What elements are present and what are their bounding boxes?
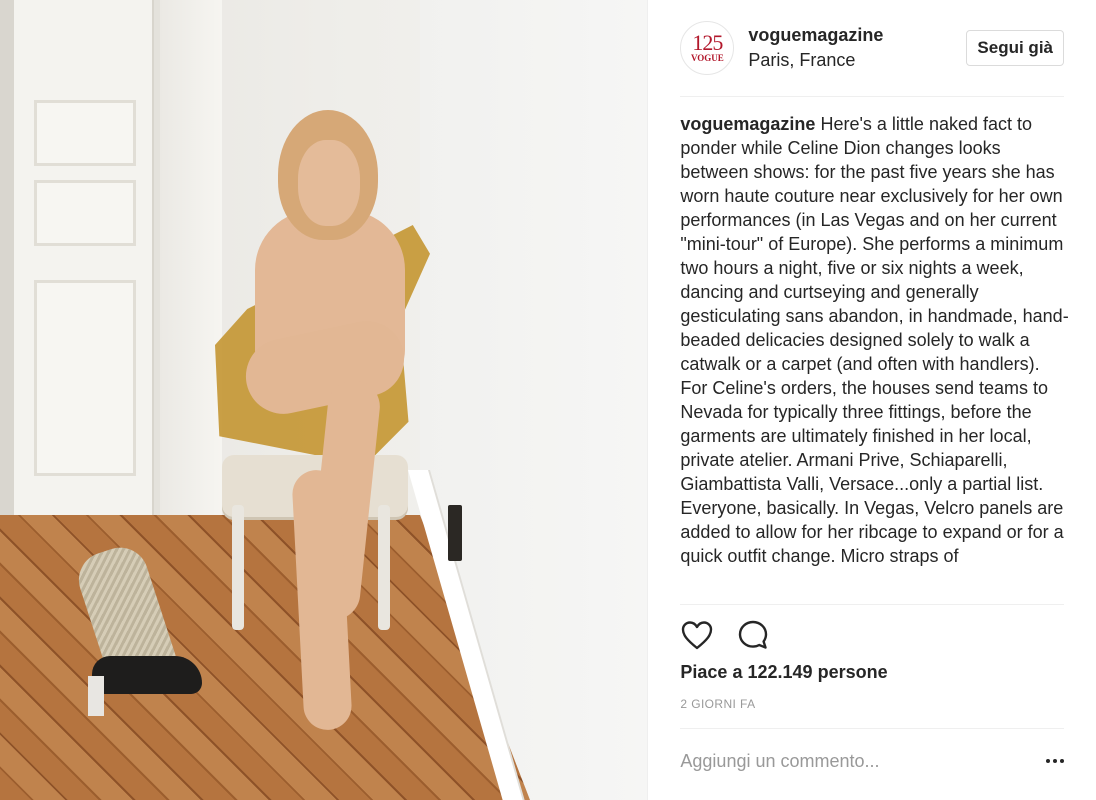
more-dot bbox=[1060, 759, 1064, 763]
photo-boot-heel bbox=[88, 676, 104, 716]
heart-icon[interactable] bbox=[680, 618, 714, 652]
post-photo[interactable] bbox=[0, 0, 648, 800]
likes-prefix: Piace a bbox=[680, 662, 743, 682]
photo-wall-outlet bbox=[448, 505, 462, 561]
likes-number: 122.149 bbox=[747, 662, 813, 682]
photo-door bbox=[14, 0, 160, 520]
caption-text: Here's a little naked fact to ponder whi… bbox=[680, 114, 1069, 566]
photo-boot-foot bbox=[92, 656, 202, 694]
likes-suffix: persone bbox=[817, 662, 888, 682]
caption-scroll-area[interactable]: voguemagazine Here's a little naked fact… bbox=[680, 112, 1070, 604]
comment-divider bbox=[680, 728, 1064, 729]
header-text: voguemagazine Paris, France bbox=[748, 25, 883, 71]
post-side-panel: 125 VOGUE voguemagazine Paris, France Se… bbox=[647, 0, 1096, 800]
avatar-brand: VOGUE bbox=[690, 53, 724, 63]
comment-bubble-icon[interactable] bbox=[736, 618, 770, 652]
following-button[interactable]: Segui già bbox=[966, 30, 1064, 66]
header-username[interactable]: voguemagazine bbox=[748, 25, 883, 46]
post-timestamp[interactable]: 2 GIORNI FA bbox=[680, 697, 755, 711]
header-location[interactable]: Paris, France bbox=[748, 50, 883, 71]
photo-door-panel bbox=[34, 280, 136, 476]
photo-chair-leg bbox=[232, 505, 244, 630]
avatar-number: 125 bbox=[692, 30, 723, 55]
caption-divider bbox=[680, 604, 1064, 605]
header-divider bbox=[680, 96, 1064, 97]
post-actions bbox=[680, 618, 770, 652]
comment-row bbox=[680, 738, 1064, 784]
instagram-post: 125 VOGUE voguemagazine Paris, France Se… bbox=[0, 0, 1096, 800]
more-dot bbox=[1046, 759, 1050, 763]
more-dot bbox=[1053, 759, 1057, 763]
avatar[interactable]: 125 VOGUE bbox=[680, 21, 735, 75]
photo-wall-left bbox=[0, 0, 14, 560]
photo-figure-face bbox=[298, 140, 360, 226]
more-options-icon[interactable] bbox=[1036, 751, 1064, 771]
photo-door-frame bbox=[160, 0, 222, 520]
photo-glitter-boot bbox=[71, 540, 202, 716]
likes-count[interactable]: Piace a 122.149 persone bbox=[680, 662, 887, 683]
photo-door-panel bbox=[34, 180, 136, 246]
caption-username[interactable]: voguemagazine bbox=[680, 114, 815, 134]
photo-door-panel bbox=[34, 100, 136, 166]
comment-input[interactable] bbox=[680, 750, 1036, 772]
post-header: 125 VOGUE voguemagazine Paris, France Se… bbox=[680, 18, 1064, 78]
photo-chair-leg bbox=[378, 505, 390, 630]
